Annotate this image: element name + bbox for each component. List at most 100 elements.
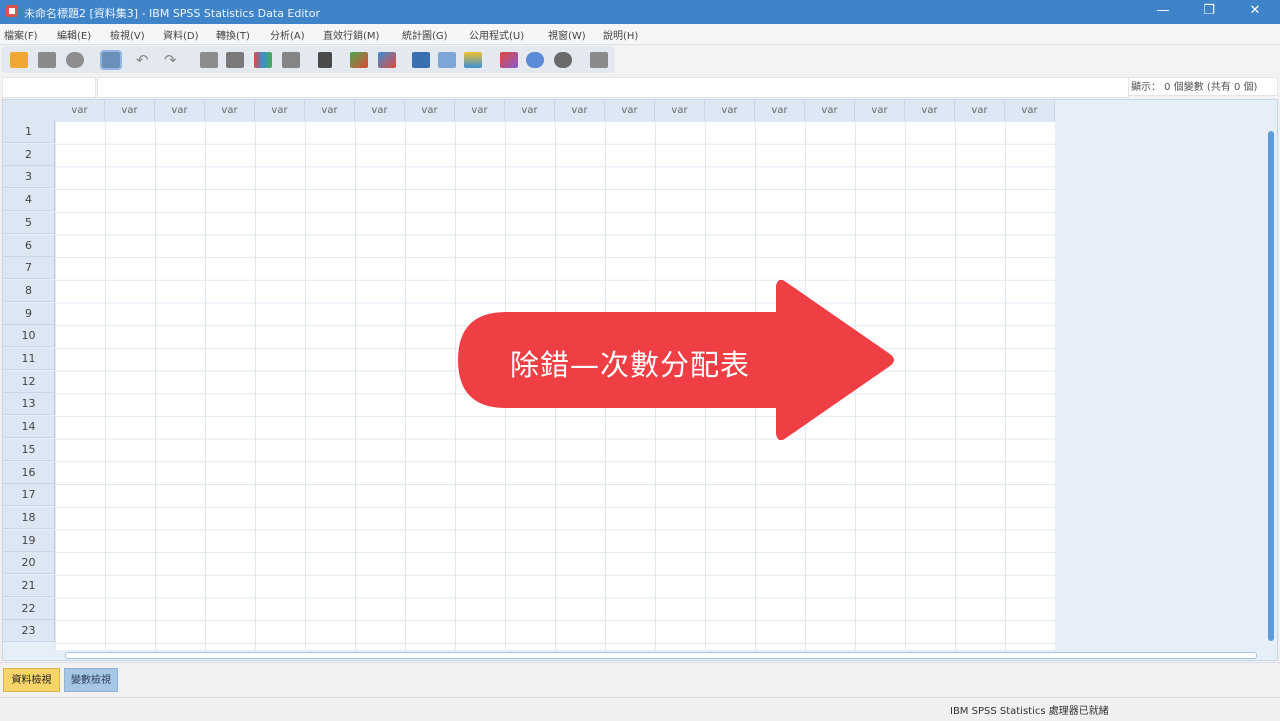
row-header[interactable]: 13 (3, 393, 55, 416)
menu-view[interactable]: 檢視(V) (110, 27, 145, 42)
column-header-var[interactable]: var (55, 100, 105, 122)
toolbar: ↶ ↷ (0, 45, 1280, 75)
row-header[interactable]: 12 (3, 370, 55, 393)
column-header-var[interactable]: var (355, 100, 405, 122)
menu-bar: 檔案(F) 編輯(E) 檢視(V) 資料(D) 轉換(T) 分析(A) 直效行銷… (0, 24, 1280, 45)
menu-edit[interactable]: 編輯(E) (57, 27, 91, 42)
column-header-var[interactable]: var (155, 100, 205, 122)
column-header-var[interactable]: var (605, 100, 655, 122)
column-header-var[interactable]: var (655, 100, 705, 122)
menu-file[interactable]: 檔案(F) (4, 27, 38, 42)
variables-icon[interactable] (254, 52, 272, 68)
row-header[interactable]: 3 (3, 166, 55, 189)
row-header[interactable]: 16 (3, 461, 55, 484)
minimize-button[interactable]: — (1140, 0, 1186, 24)
insert-variable-icon[interactable] (378, 52, 396, 68)
maximize-button[interactable]: ❐ (1186, 0, 1232, 24)
row-header[interactable]: 23 (3, 620, 55, 643)
row-header[interactable]: 10 (3, 325, 55, 348)
goto-case-icon[interactable] (200, 52, 218, 68)
callout-arrow: 除錯—次數分配表 (458, 280, 898, 440)
cell-value-box[interactable] (97, 77, 1129, 98)
cell-name-box[interactable] (2, 77, 96, 98)
tab-data-view[interactable]: 資料檢視 (3, 668, 60, 692)
column-header-var[interactable]: var (305, 100, 355, 122)
minimize-icon: — (1156, 3, 1170, 18)
title-bar: 未命名標題2 [資料集3] - IBM SPSS Statistics Data… (0, 0, 1280, 24)
open-icon[interactable] (10, 52, 28, 68)
vertical-scrollbar[interactable] (1266, 121, 1276, 660)
find-icon[interactable] (318, 52, 332, 68)
spell-check-icon[interactable] (590, 52, 608, 68)
close-button[interactable]: ✕ (1232, 0, 1278, 24)
undo-icon[interactable]: ↶ (136, 52, 154, 68)
processor-status: IBM SPSS Statistics 處理器已就緒 (950, 706, 1109, 717)
row-header[interactable]: 6 (3, 234, 55, 257)
row-header[interactable]: 2 (3, 143, 55, 166)
column-header-var[interactable]: var (555, 100, 605, 122)
menu-data[interactable]: 資料(D) (163, 27, 199, 42)
select-cases-icon[interactable] (464, 52, 482, 68)
value-labels-icon[interactable] (500, 52, 518, 68)
menu-transform[interactable]: 轉換(T) (216, 27, 250, 42)
print-icon[interactable] (66, 52, 84, 68)
row-header[interactable]: 19 (3, 529, 55, 552)
row-header[interactable]: 18 (3, 506, 55, 529)
use-sets-icon[interactable] (526, 52, 544, 68)
menu-help[interactable]: 說明(H) (603, 27, 638, 42)
status-bar: IBM SPSS Statistics 處理器已就緒 (0, 697, 1280, 721)
row-header[interactable]: 9 (3, 302, 55, 325)
row-header[interactable]: 22 (3, 597, 55, 620)
row-header[interactable]: 14 (3, 416, 55, 439)
menu-window[interactable]: 視窗(W) (548, 27, 586, 42)
window-title: 未命名標題2 [資料集3] - IBM SPSS Statistics Data… (24, 7, 320, 20)
menu-utilities[interactable]: 公用程式(U) (469, 27, 524, 42)
grid-corner[interactable] (3, 100, 56, 122)
column-header-var[interactable]: var (255, 100, 305, 122)
tab-variable-view[interactable]: 變數檢視 (64, 668, 118, 692)
callout-label: 除錯—次數分配表 (510, 348, 751, 382)
horizontal-scroll-thumb[interactable] (65, 652, 1257, 659)
column-header-var[interactable]: var (805, 100, 855, 122)
close-icon: ✕ (1249, 3, 1261, 18)
column-header-var[interactable]: var (455, 100, 505, 122)
split-file-icon[interactable] (412, 52, 430, 68)
row-header[interactable]: 20 (3, 552, 55, 575)
row-header[interactable]: 17 (3, 484, 55, 507)
row-header[interactable]: 21 (3, 575, 55, 597)
column-header-var[interactable]: var (105, 100, 155, 122)
variable-count-info: 顯示： 0 個變數 (共有 0 個) (1128, 77, 1278, 96)
weight-cases-icon[interactable] (438, 52, 456, 68)
horizontal-scrollbar[interactable] (55, 650, 1265, 660)
menu-analyze[interactable]: 分析(A) (270, 27, 305, 42)
insert-cases-icon[interactable] (350, 52, 368, 68)
column-header-var[interactable]: var (905, 100, 955, 122)
menu-graphs[interactable]: 統計圖(G) (402, 27, 448, 42)
menu-direct-marketing[interactable]: 直效行銷(M) (323, 27, 379, 42)
vertical-scroll-thumb[interactable] (1268, 131, 1274, 641)
row-header[interactable]: 15 (3, 438, 55, 461)
row-header[interactable]: 7 (3, 257, 55, 280)
row-header[interactable]: 1 (3, 121, 55, 143)
show-all-variables-icon[interactable] (554, 52, 572, 68)
row-header[interactable]: 11 (3, 348, 55, 370)
restore-icon: ❐ (1203, 3, 1215, 18)
row-header[interactable]: 5 (3, 211, 55, 234)
column-header-var[interactable]: var (405, 100, 455, 122)
column-header-var[interactable]: var (705, 100, 755, 122)
view-tabs: 資料檢視 變數檢視 (0, 662, 1280, 697)
column-header-var[interactable]: var (755, 100, 805, 122)
column-header-var[interactable]: var (855, 100, 905, 122)
goto-variable-icon[interactable] (226, 52, 244, 68)
save-icon[interactable] (38, 52, 56, 68)
dialog-recall-icon[interactable] (100, 50, 122, 70)
column-header-var[interactable]: var (1005, 100, 1055, 122)
row-header[interactable]: 4 (3, 189, 55, 212)
column-header-var[interactable]: var (205, 100, 255, 122)
column-header-var[interactable]: var (505, 100, 555, 122)
cell-editor-bar: 顯示： 0 個變數 (共有 0 個) (0, 76, 1280, 98)
row-header[interactable]: 8 (3, 279, 55, 302)
redo-icon[interactable]: ↷ (164, 52, 182, 68)
run-descriptives-icon[interactable] (282, 52, 300, 68)
column-header-var[interactable]: var (955, 100, 1005, 122)
